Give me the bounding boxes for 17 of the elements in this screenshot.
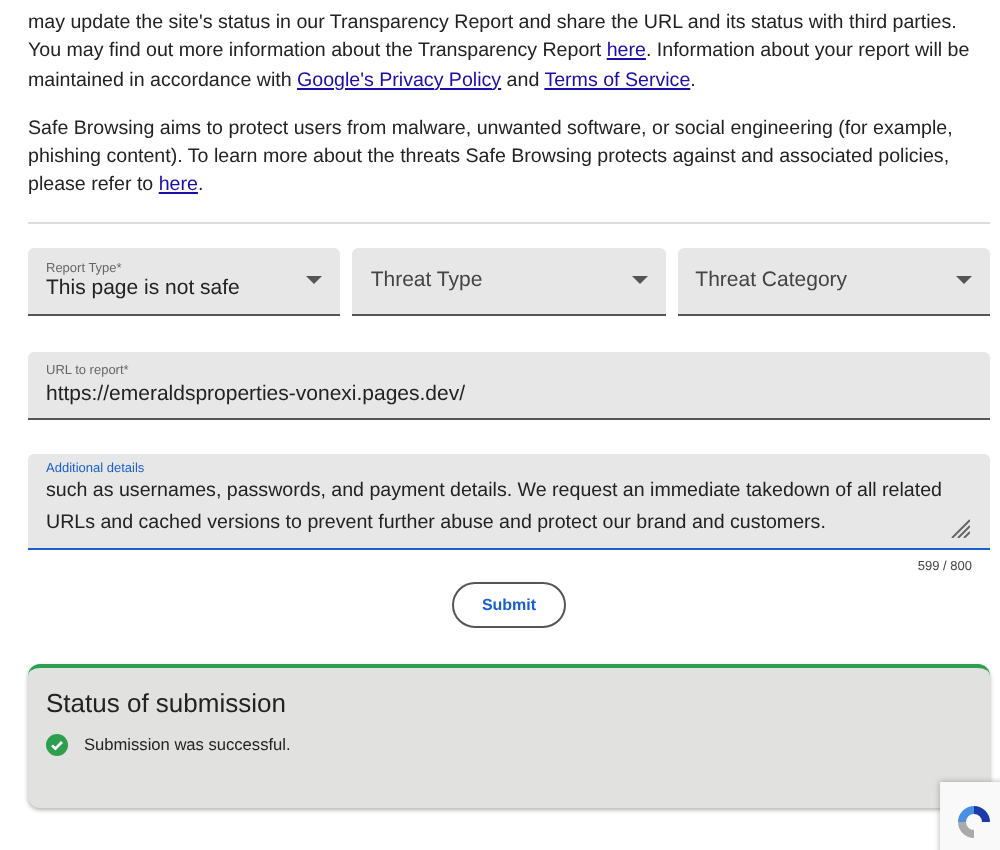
link[interactable]: Terms of Service [544, 69, 691, 92]
link[interactable]: here [158, 174, 198, 197]
resize-handle-icon[interactable] [950, 517, 970, 538]
link[interactable]: here [606, 40, 646, 63]
dropdown-field[interactable]: Threat Type [352, 247, 666, 316]
status-message: Submission was successful. [84, 734, 291, 755]
dropdown-field[interactable]: Threat Category [677, 247, 990, 316]
arrows-icon [952, 800, 996, 844]
caret-icon [306, 276, 323, 285]
paragraph: Safe Browsing aims to protect users from malware, unwanted software, or social engineering (for example, phishing content). To learn more about the threats Safe Browsing protects against and associated policies, please refer to here. [28, 115, 955, 201]
check-circle-icon [46, 733, 68, 756]
caret-icon [631, 276, 648, 285]
link[interactable]: Google's Privacy Policy [297, 69, 502, 92]
status-title: Status of submission [46, 687, 288, 718]
caret-icon [955, 276, 972, 285]
paragraph: may update the site's status in our Transparency Report and share the URL and its status with third parties. You may find out more information about the Transparency Report here. Information about your report will be maintained in accordance with Google's Privacy Policy and Terms of Service. [28, 10, 972, 96]
submit-button[interactable]: Submit [452, 581, 566, 628]
